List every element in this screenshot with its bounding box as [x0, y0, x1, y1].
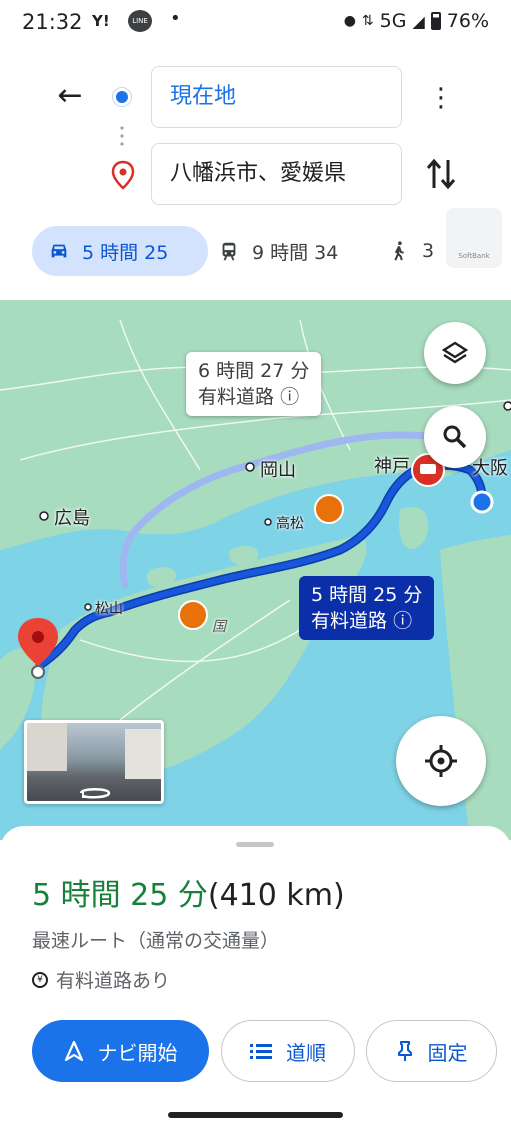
destination-pin-icon [111, 160, 135, 190]
destination-field[interactable]: 八幡浜市、愛媛県 [151, 143, 402, 205]
route-distance: (410 km) [207, 878, 345, 913]
status-right: ● ⇅ 5G ◢ 76% [344, 10, 489, 32]
more-options-icon[interactable]: ⋮ [428, 80, 454, 116]
toll-icon: ¥ [32, 971, 48, 988]
steps-button[interactable]: 道順 [221, 1020, 355, 1082]
building-shape [27, 723, 67, 771]
building-shape [125, 729, 161, 779]
drag-handle[interactable] [236, 842, 274, 847]
main-route-callout[interactable]: 5 時間 25 分 有料道路 ⓘ [299, 576, 435, 640]
drive-time: 5 時間 25 [82, 241, 169, 264]
travel-mode-tabs: 5 時間 25 9 時間 34 3 [0, 226, 511, 280]
data-arrows-icon: ⇅ [361, 13, 374, 29]
transit-time: 9 時間 34 [252, 241, 339, 264]
tab-walk[interactable]: 3 [388, 226, 434, 276]
origin-field[interactable]: 現在地 [151, 66, 402, 128]
pin-label: 固定 [427, 1040, 468, 1065]
tab-transit[interactable]: 9 時間 34 [218, 226, 338, 276]
duration-value: 5 時間 25 分 [32, 878, 208, 913]
line-icon: LINE [128, 10, 152, 32]
steps-label: 道順 [286, 1040, 326, 1065]
back-arrow-icon[interactable]: ← [52, 76, 88, 116]
map-label-kobe: 神戸 [374, 456, 410, 477]
map-label-okayama: 岡山 [260, 460, 296, 481]
traffic-camera-icon[interactable] [314, 494, 344, 524]
route-duration: 5 時間 25 分(410 km) [32, 870, 345, 914]
rotate-360-icon [75, 785, 115, 801]
origin-dot-icon [113, 88, 131, 106]
yahoo-icon: Y! [92, 12, 110, 30]
toll-text: 有料道路あり [56, 970, 171, 992]
route-bottom-sheet: 5 時間 25 分(410 km) 最速ルート（通常の交通量） ¥ 有料道路あり… [0, 826, 511, 1135]
crosshair-icon [425, 745, 457, 777]
swap-icon[interactable] [424, 154, 458, 194]
battery-percent: 76% [446, 10, 489, 32]
walk-time: 3 [422, 240, 435, 262]
gesture-nav-bar[interactable] [168, 1112, 343, 1118]
dot-icon: • [170, 8, 181, 29]
start-navigation-label: ナビ開始 [97, 1040, 178, 1065]
toll-icon: ⓘ [280, 386, 300, 408]
traffic-camera-icon[interactable] [178, 600, 208, 630]
route-description: 最速ルート（通常の交通量） [32, 930, 280, 952]
navigation-arrow-icon [64, 1040, 83, 1062]
layers-button[interactable] [424, 322, 486, 384]
status-bar: 21:32 Y! LINE • ● ⇅ 5G ◢ 76% [0, 0, 511, 48]
alt-route-callout[interactable]: 6 時間 27 分 有料道路 ⓘ [186, 352, 322, 416]
alt-route-time: 6 時間 27 分 [198, 360, 310, 382]
toll-note: ¥ 有料道路あり [32, 966, 170, 993]
main-route-toll: 有料道路 ⓘ [311, 610, 413, 632]
signal-icon: ◢ [412, 11, 425, 31]
tab-drive[interactable]: 5 時間 25 [32, 226, 208, 276]
battery-icon [430, 12, 441, 30]
start-navigation-button[interactable]: ナビ開始 [32, 1020, 209, 1082]
route-dots-icon [120, 124, 124, 150]
main-route-time: 5 時間 25 分 [311, 584, 423, 606]
map-view[interactable]: 岡山 神戸 大阪 広島 高松 松山 国 6 時間 27 分 有料道路 ⓘ 5 時… [0, 300, 511, 840]
search-icon [443, 425, 467, 449]
street-view-thumbnail[interactable] [24, 720, 164, 804]
pin-icon [397, 1041, 412, 1061]
pin-button[interactable]: 固定 [366, 1020, 497, 1082]
map-label-hiroshima: 広島 [54, 508, 90, 529]
map-label-shikoku: 国 [212, 619, 226, 635]
my-location-button[interactable] [396, 716, 486, 806]
status-time: 21:32 [22, 10, 83, 34]
search-along-route-button[interactable] [424, 406, 486, 468]
toll-icon: ⓘ [393, 610, 413, 632]
train-icon [222, 242, 236, 261]
map-label-matsuyama: 松山 [95, 601, 123, 617]
softbank-logo: SoftBank [446, 208, 502, 268]
list-icon [250, 1044, 272, 1059]
alt-route-toll: 有料道路 ⓘ [198, 386, 300, 408]
map-label-takamatsu: 高松 [276, 516, 304, 532]
directions-header: ← 現在地 八幡浜市、愛媛県 ⋮ 5 時間 25 9 時間 34 3 SoftB… [0, 48, 511, 298]
notification-dot-icon: ● [343, 13, 356, 29]
layers-icon [441, 341, 469, 364]
network-type: 5G [379, 10, 407, 32]
car-icon [51, 244, 67, 258]
walk-icon [394, 241, 404, 261]
